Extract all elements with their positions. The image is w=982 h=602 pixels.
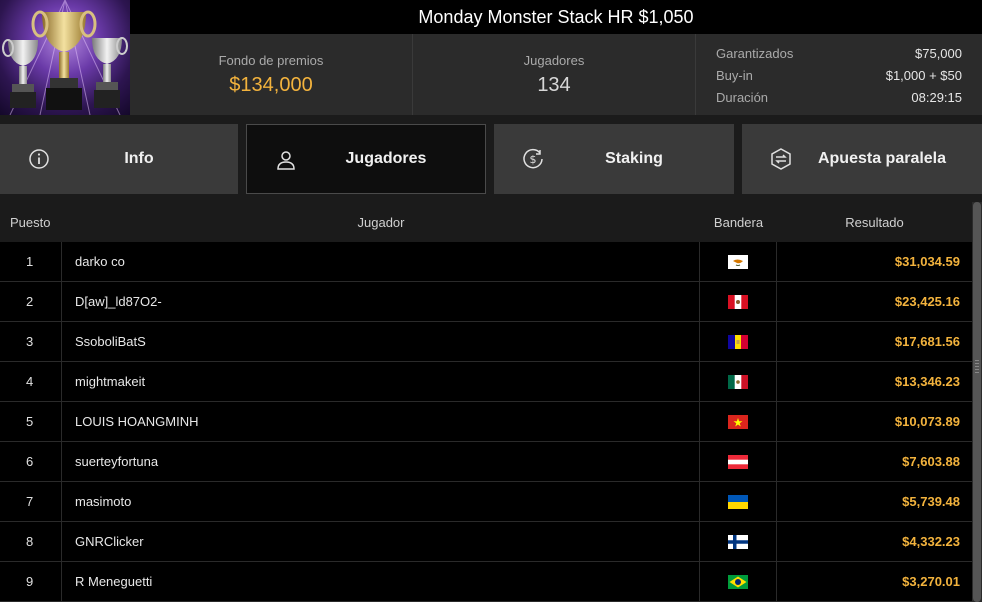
table-row[interactable]: 8 GNRClicker $4,332.23 bbox=[0, 522, 972, 562]
row-result: $10,073.89 bbox=[894, 414, 960, 429]
table-row[interactable]: 5 LOUIS HOANGMINH $10,073.89 bbox=[0, 402, 972, 442]
tab-side-bet[interactable]: Apuesta paralela bbox=[742, 124, 982, 194]
header-result[interactable]: Resultado bbox=[777, 215, 972, 230]
brazil-flag-icon bbox=[728, 574, 748, 589]
row-flag-cell bbox=[700, 322, 777, 361]
row-position: 7 bbox=[0, 482, 62, 521]
tab-bar: Info Jugadores $ Staking Apuesta paralel… bbox=[0, 124, 982, 194]
tournament-details: Garantizados $75,000 Buy-in $1,000 + $50… bbox=[696, 34, 982, 115]
row-position: 4 bbox=[0, 362, 62, 401]
scrollbar-grip bbox=[975, 360, 979, 374]
player-count-value: 134 bbox=[537, 73, 571, 96]
row-flag-cell bbox=[700, 362, 777, 401]
tournament-summary: Fondo de premios $134,000 Jugadores 134 … bbox=[130, 34, 982, 115]
row-player-name[interactable]: D[aw]_ld87O2- bbox=[62, 282, 700, 321]
austria-flag-icon bbox=[728, 454, 748, 469]
header-flag[interactable]: Bandera bbox=[700, 215, 777, 230]
row-result: $3,270.01 bbox=[902, 574, 960, 589]
row-flag-cell bbox=[700, 482, 777, 521]
row-flag-cell bbox=[700, 522, 777, 561]
tournament-title: Monday Monster Stack HR $1,050 bbox=[130, 0, 982, 34]
row-player-name[interactable]: darko co bbox=[62, 242, 700, 281]
table-row[interactable]: 1 darko co $31,034.59 bbox=[0, 242, 972, 282]
row-result: $31,034.59 bbox=[894, 254, 960, 269]
table-row[interactable]: 2 D[aw]_ld87O2- $23,425.16 bbox=[0, 282, 972, 322]
tournament-lobby: Monday Monster Stack HR $1,050 Fondo de … bbox=[0, 0, 982, 602]
results-table: Puesto Jugador Bandera Resultado 1 darko … bbox=[0, 202, 972, 602]
row-position: 6 bbox=[0, 442, 62, 481]
row-position: 9 bbox=[0, 562, 62, 601]
vietnam-flag-icon bbox=[728, 414, 748, 429]
tab-info[interactable]: Info bbox=[0, 124, 238, 194]
detail-buyin: Buy-in $1,000 + $50 bbox=[716, 64, 962, 86]
prize-pool-value: $134,000 bbox=[229, 73, 313, 96]
mexico-flag-icon bbox=[728, 374, 748, 389]
finland-flag-icon bbox=[728, 534, 748, 549]
info-icon bbox=[29, 149, 49, 169]
row-result: $13,346.23 bbox=[894, 374, 960, 389]
row-result: $7,603.88 bbox=[902, 454, 960, 469]
detail-label: Buy-in bbox=[716, 67, 753, 83]
player-count-label: Jugadores bbox=[523, 52, 585, 68]
andorra-flag-icon bbox=[728, 334, 748, 349]
detail-label: Garantizados bbox=[716, 45, 794, 61]
ukraine-flag-icon bbox=[728, 494, 748, 509]
detail-guaranteed: Garantizados $75,000 bbox=[716, 42, 962, 64]
prize-pool-label: Fondo de premios bbox=[218, 52, 324, 68]
tab-players[interactable]: Jugadores bbox=[246, 124, 486, 194]
user-icon bbox=[277, 151, 295, 170]
table-row[interactable]: 9R Meneguetti $3,270.01 bbox=[0, 562, 972, 602]
svg-text:$: $ bbox=[530, 153, 537, 166]
prize-pool: Fondo de premios $134,000 bbox=[130, 34, 413, 115]
table-header: Puesto Jugador Bandera Resultado bbox=[0, 202, 972, 242]
row-position: 5 bbox=[0, 402, 62, 441]
row-position: 8 bbox=[0, 522, 62, 561]
detail-value: $75,000 bbox=[915, 45, 962, 61]
table-body: 1 darko co $31,034.59 2 D[aw]_ld87O2- $23,425… bbox=[0, 242, 972, 602]
detail-duration: Duración 08:29:15 bbox=[716, 86, 962, 108]
row-player-name[interactable]: mightmakeit bbox=[62, 362, 700, 401]
row-player-name[interactable]: R Meneguetti bbox=[62, 562, 700, 601]
table-row[interactable]: 3 SsoboliBatS $17,681.56 bbox=[0, 322, 972, 362]
detail-value: 08:29:15 bbox=[911, 89, 962, 105]
row-player-name[interactable]: suerteyfortuna bbox=[62, 442, 700, 481]
row-result: $23,425.16 bbox=[894, 294, 960, 309]
row-position: 1 bbox=[0, 242, 62, 281]
table-row[interactable]: 7 masimoto $5,739.48 bbox=[0, 482, 972, 522]
detail-value: $1,000 + $50 bbox=[885, 67, 962, 83]
side-bet-icon bbox=[771, 148, 791, 170]
tab-staking[interactable]: $ Staking bbox=[494, 124, 734, 194]
scrollbar[interactable] bbox=[972, 202, 982, 602]
row-player-name[interactable]: masimoto bbox=[62, 482, 700, 521]
row-player-name[interactable]: SsoboliBatS bbox=[62, 322, 700, 361]
header-player[interactable]: Jugador bbox=[62, 215, 700, 230]
scrollbar-thumb[interactable] bbox=[973, 202, 981, 602]
cyprus-flag-icon bbox=[728, 254, 748, 269]
row-flag-cell bbox=[700, 562, 777, 601]
row-flag-cell bbox=[700, 242, 777, 281]
row-flag-cell bbox=[700, 402, 777, 441]
trophy-image bbox=[0, 0, 130, 115]
row-player-name[interactable]: LOUIS HOANGMINH bbox=[62, 402, 700, 441]
player-count: Jugadores 134 bbox=[413, 34, 696, 115]
row-result: $4,332.23 bbox=[902, 534, 960, 549]
peru-flag-icon bbox=[728, 294, 748, 309]
header-position[interactable]: Puesto bbox=[0, 215, 62, 230]
row-player-name[interactable]: GNRClicker bbox=[62, 522, 700, 561]
row-flag-cell bbox=[700, 442, 777, 481]
table-row[interactable]: 4 mightmakeit $13,346.23 bbox=[0, 362, 972, 402]
row-flag-cell bbox=[700, 282, 777, 321]
dollar-coin-icon: $ bbox=[523, 148, 543, 169]
detail-label: Duración bbox=[716, 89, 769, 105]
trophy-icon bbox=[2, 0, 128, 115]
row-position: 2 bbox=[0, 282, 62, 321]
row-result: $5,739.48 bbox=[902, 494, 960, 509]
row-result: $17,681.56 bbox=[894, 334, 960, 349]
table-row[interactable]: 6 suerteyfortuna $7,603.88 bbox=[0, 442, 972, 482]
row-position: 3 bbox=[0, 322, 62, 361]
